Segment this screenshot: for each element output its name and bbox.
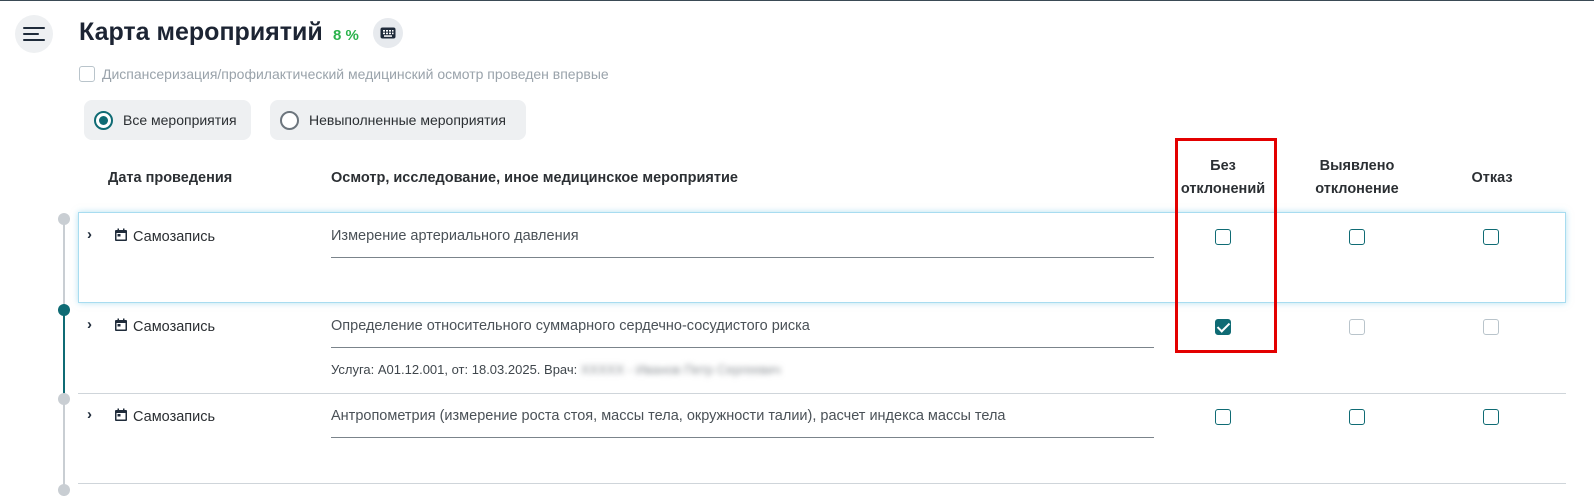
row-deviation-checkbox[interactable] xyxy=(1349,229,1365,245)
column-header-deviation-line2: отклонение xyxy=(1315,181,1399,197)
calendar-icon xyxy=(115,318,127,331)
menu-button[interactable] xyxy=(15,15,53,53)
row-event: Определение относительного суммарного се… xyxy=(331,318,810,334)
row-event: Измерение артериального давления xyxy=(331,228,579,244)
column-header-deviation: Выявлено отклонение xyxy=(1308,155,1406,201)
filter-incomplete-label: Невыполненные мероприятия xyxy=(309,112,506,128)
radio-incomplete-events[interactable] xyxy=(280,110,299,130)
page-title: Карта мероприятий xyxy=(79,18,323,46)
chevron-right-icon[interactable]: › xyxy=(87,406,92,423)
keyboard-icon xyxy=(380,27,396,39)
row-event-underline xyxy=(331,257,1154,258)
row-date: Самозапись xyxy=(133,319,216,335)
timeline-dot xyxy=(58,484,70,496)
chevron-right-icon[interactable]: › xyxy=(87,226,92,243)
first-time-checkbox-row[interactable]: Диспансеризация/профилактический медицин… xyxy=(79,66,609,82)
row-deviation-checkbox[interactable] xyxy=(1349,319,1365,335)
column-header-deviation-line1: Выявлено xyxy=(1319,158,1395,174)
timeline-segment-active xyxy=(63,310,65,400)
timeline-segment xyxy=(63,400,65,496)
top-divider xyxy=(0,0,1594,1)
filter-all-events[interactable]: Все мероприятия xyxy=(84,100,251,140)
timeline-segment xyxy=(63,220,65,310)
first-time-label: Диспансеризация/профилактический медицин… xyxy=(102,66,609,82)
calendar-icon xyxy=(115,408,127,421)
column-header-event: Осмотр, исследование, иное медицинское м… xyxy=(331,170,738,186)
row-refusal-checkbox[interactable] xyxy=(1483,409,1499,425)
timeline-dot-active xyxy=(58,304,70,316)
column-header-no-deviation-line1: Без xyxy=(1210,158,1236,174)
progress-percent: 8 % xyxy=(333,27,359,44)
chevron-right-icon[interactable]: › xyxy=(87,316,92,333)
row-refusal-checkbox[interactable] xyxy=(1483,319,1499,335)
row-event-underline xyxy=(331,347,1154,348)
row-service-info: Услуга: A01.12.001, от: 18.03.2025. Врач… xyxy=(331,362,781,377)
row-doctor-name: XXXXX - Иванов Петр Сергеевич xyxy=(580,362,781,377)
row-no-deviation-checkbox[interactable] xyxy=(1215,409,1231,425)
keyboard-button[interactable] xyxy=(373,18,403,48)
timeline-dot xyxy=(58,213,70,225)
row-event-underline xyxy=(331,437,1154,438)
filter-incomplete-events[interactable]: Невыполненные мероприятия xyxy=(270,100,526,140)
row-event: Антропометрия (измерение роста стоя, мас… xyxy=(331,408,1006,424)
menu-icon xyxy=(23,23,45,45)
row-date: Самозапись xyxy=(133,229,216,245)
radio-all-events[interactable] xyxy=(94,110,113,130)
row-deviation-checkbox[interactable] xyxy=(1349,409,1365,425)
filter-all-label: Все мероприятия xyxy=(123,112,237,128)
row-refusal-checkbox[interactable] xyxy=(1483,229,1499,245)
column-header-refusal: Отказ xyxy=(1471,170,1513,186)
timeline-dot xyxy=(58,393,70,405)
row-date: Самозапись xyxy=(133,409,216,425)
first-time-checkbox[interactable] xyxy=(79,66,95,82)
row-service-text: Услуга: A01.12.001, от: 18.03.2025. Врач… xyxy=(331,362,578,377)
column-header-no-deviation-line2: отклонений xyxy=(1180,181,1266,197)
row-no-deviation-checkbox[interactable] xyxy=(1215,229,1231,245)
row-no-deviation-checkbox[interactable] xyxy=(1215,319,1231,335)
calendar-icon xyxy=(115,228,127,241)
row-divider xyxy=(78,393,1566,394)
column-header-date: Дата проведения xyxy=(108,170,233,186)
column-header-no-deviation: Без отклонений xyxy=(1180,155,1266,201)
row-divider xyxy=(78,483,1566,484)
